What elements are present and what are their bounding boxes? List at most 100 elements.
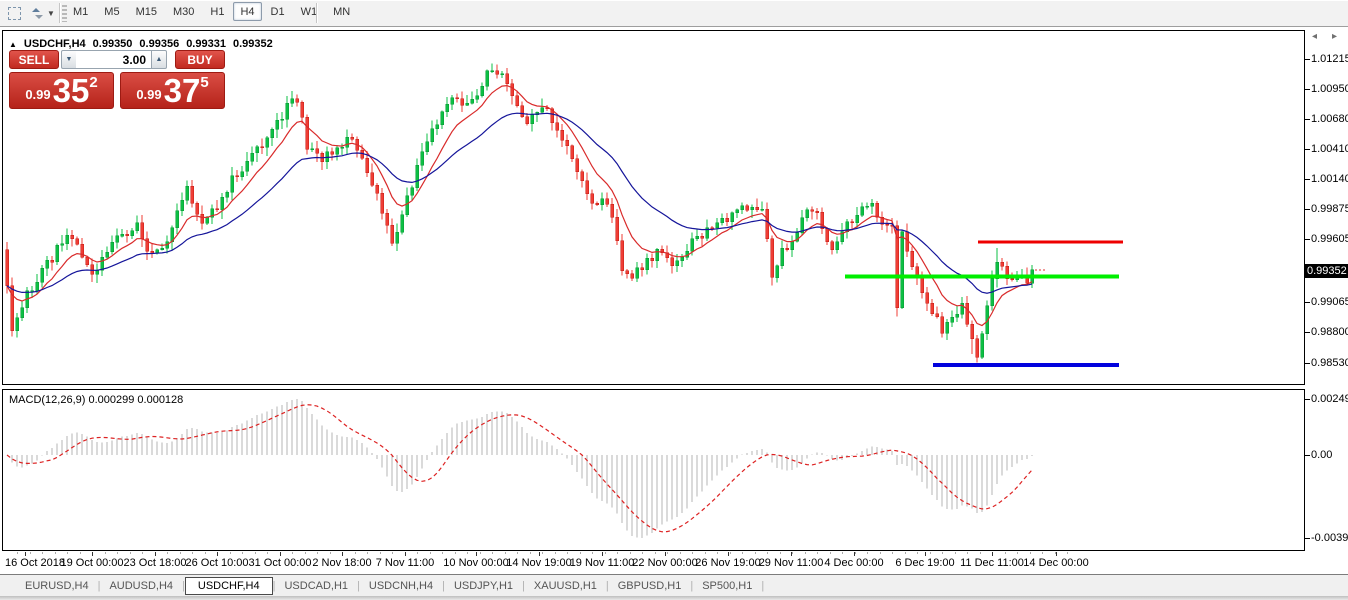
candle-body xyxy=(871,203,874,206)
candle-body xyxy=(371,173,374,186)
chart-tab-xauusd[interactable]: XAUUSD,H1 xyxy=(525,578,606,594)
candle-body xyxy=(411,188,414,196)
timeframe-button-m5[interactable]: M5 xyxy=(97,2,126,21)
macd-pane[interactable]: MACD(12,26,9) 0.000299 0.000128 xyxy=(2,389,1305,551)
candle-body xyxy=(421,152,424,166)
axis-tick xyxy=(1305,239,1310,240)
candle-body xyxy=(806,210,809,218)
candle-body xyxy=(756,207,759,209)
time-minor-tick xyxy=(305,552,306,554)
candle-body xyxy=(1011,279,1014,280)
candle-body xyxy=(346,137,349,147)
candle-body xyxy=(601,199,604,205)
tab-scroll-left-icon[interactable]: ◂ xyxy=(1312,31,1317,42)
candle-body xyxy=(586,181,589,194)
candle-body xyxy=(831,242,834,250)
time-minor-tick xyxy=(242,552,243,554)
candle-body xyxy=(46,260,49,268)
candle-body xyxy=(341,147,344,148)
time-minor-tick xyxy=(367,552,368,554)
candle-body xyxy=(441,112,444,125)
timeframe-button-mn[interactable]: MN xyxy=(326,2,357,21)
time-axis-label: 31 Oct 00:00 xyxy=(249,557,312,569)
sell-price-button[interactable]: 0.99352 xyxy=(9,72,114,109)
candle-body xyxy=(911,251,914,266)
candle-body xyxy=(486,71,489,86)
timeframe-button-h4[interactable]: H4 xyxy=(233,2,261,21)
chart-tab-usdcnh[interactable]: USDCNH,H4 xyxy=(360,578,442,594)
time-axis-label: 2 Nov 18:00 xyxy=(312,557,371,569)
candle-body xyxy=(531,115,534,124)
axis-tick xyxy=(1305,399,1310,400)
sort-arrows-icon[interactable] xyxy=(29,5,46,22)
chart-tab-sp500[interactable]: SP500,H1 xyxy=(693,578,761,594)
axis-tick xyxy=(1305,179,1310,180)
buy-price-button[interactable]: 0.99375 xyxy=(120,72,225,109)
candle-body xyxy=(256,147,259,153)
chart-tab-usdcad[interactable]: USDCAD,H1 xyxy=(275,578,357,594)
time-minor-tick xyxy=(755,552,756,554)
time-minor-tick xyxy=(55,552,56,554)
time-minor-tick xyxy=(105,552,106,554)
chart-tab-usdchf[interactable]: USDCHF,H4 xyxy=(185,577,273,595)
time-axis-label: 4 Dec 00:00 xyxy=(824,557,883,569)
sell-button[interactable]: SELL xyxy=(9,50,59,69)
time-axis-label: 22 Nov 00:00 xyxy=(632,557,697,569)
timeframe-button-h1[interactable]: H1 xyxy=(203,2,231,21)
time-minor-tick xyxy=(730,552,731,554)
candle-body xyxy=(336,148,339,154)
time-minor-tick xyxy=(630,552,631,554)
macd-axis-label: 0.002492 xyxy=(1311,393,1348,405)
main-chart-pane[interactable]: ▲ USDCHF,H4 0.99350 0.99356 0.99331 0.99… xyxy=(2,30,1305,385)
candle-body xyxy=(976,339,979,357)
time-minor-tick xyxy=(567,552,568,554)
timeframe-button-m30[interactable]: M30 xyxy=(166,2,201,21)
time-minor-tick xyxy=(180,552,181,554)
time-minor-tick xyxy=(580,552,581,554)
candle-body xyxy=(511,84,514,96)
time-minor-tick xyxy=(967,552,968,554)
candle-body xyxy=(861,207,864,215)
timeframe-button-d1[interactable]: D1 xyxy=(264,2,292,21)
volume-input[interactable]: 3.00 xyxy=(76,50,152,69)
dropdown-caret-icon[interactable]: ▼ xyxy=(46,5,56,22)
time-minor-tick xyxy=(680,552,681,554)
candle-body xyxy=(186,186,189,200)
buy-price-prefix: 0.99 xyxy=(136,85,161,106)
timeframe-button-m1[interactable]: M1 xyxy=(66,2,95,21)
buy-button[interactable]: BUY xyxy=(175,50,225,69)
candle-body xyxy=(116,236,119,242)
candle-body xyxy=(561,130,564,140)
candle-body xyxy=(471,99,474,103)
chart-tab-audusd[interactable]: AUDUSD,H4 xyxy=(100,578,182,594)
candle-body xyxy=(636,268,639,279)
candle-body xyxy=(761,209,764,210)
price-axis-label: 1.00410 xyxy=(1311,143,1348,155)
selection-tool-icon[interactable] xyxy=(6,5,23,22)
candle-body xyxy=(241,172,244,177)
chart-tab-usdjpy[interactable]: USDJPY,H1 xyxy=(445,578,522,594)
time-major-tick xyxy=(155,552,156,556)
candle-body xyxy=(526,117,529,124)
macd-canvas[interactable] xyxy=(3,390,1304,550)
chart-tab-eurusd[interactable]: EURUSD,H4 xyxy=(16,578,98,594)
tab-scroll-right-icon[interactable]: ▸ xyxy=(1332,31,1337,42)
time-minor-tick xyxy=(892,552,893,554)
time-minor-tick xyxy=(80,552,81,554)
time-minor-tick xyxy=(530,552,531,554)
collapse-panel-icon[interactable]: ▲ xyxy=(9,40,17,49)
time-minor-tick xyxy=(230,552,231,554)
volume-increase-button[interactable]: ▲ xyxy=(151,50,167,69)
volume-decrease-button[interactable]: ▼ xyxy=(61,50,77,69)
chart-tab-gbpusd[interactable]: GBPUSD,H1 xyxy=(609,578,691,594)
sort-arrows-glyph xyxy=(30,6,45,21)
candle-body xyxy=(281,119,284,120)
time-major-tick xyxy=(602,552,603,556)
time-minor-tick xyxy=(917,552,918,554)
timeframe-button-m15[interactable]: M15 xyxy=(129,2,164,21)
candle-body xyxy=(646,258,649,269)
candle-body xyxy=(581,172,584,181)
time-minor-tick xyxy=(430,552,431,554)
timeframe-button-w1[interactable]: W1 xyxy=(294,2,325,21)
time-minor-tick xyxy=(805,552,806,554)
